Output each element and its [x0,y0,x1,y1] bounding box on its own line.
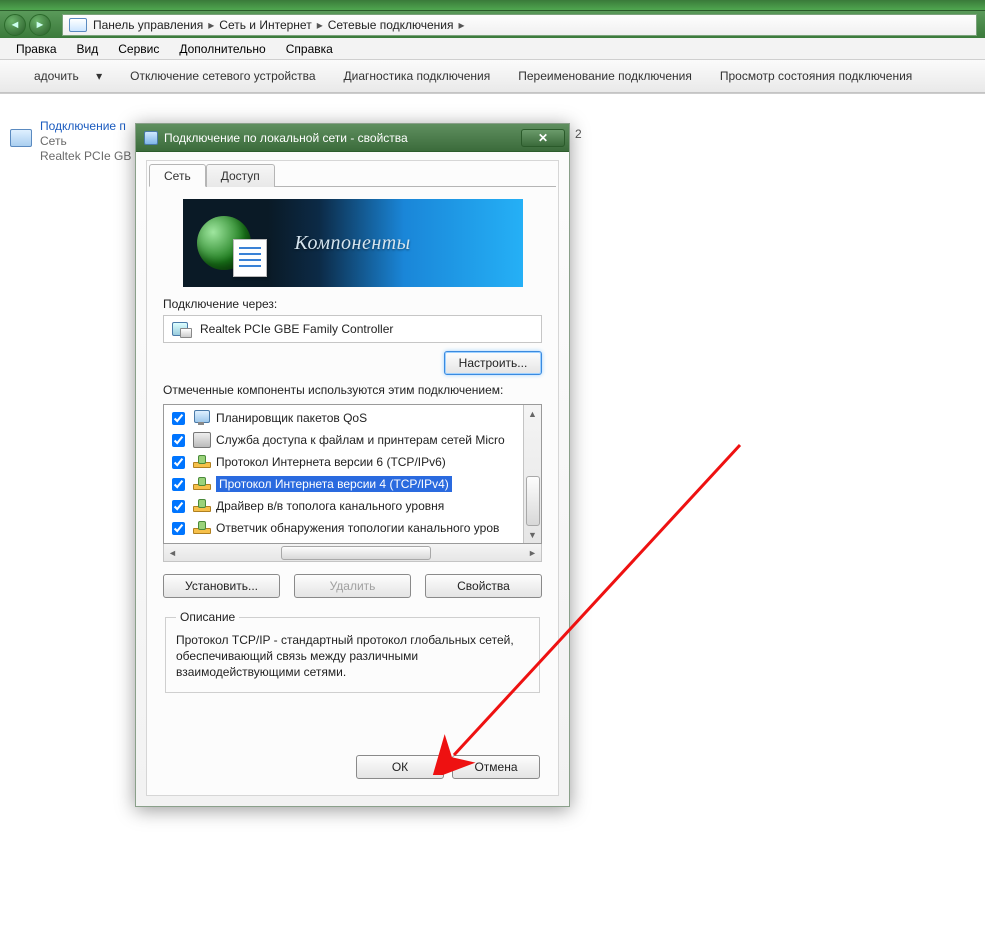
description-legend: Описание [176,610,239,624]
list-item-label: Протокол Интернета версии 4 (TCP/IPv4) [216,476,452,492]
menu-bar: Правка Вид Сервис Дополнительно Справка [0,38,985,60]
cmd-disable[interactable]: Отключение сетевого устройства [116,69,329,83]
truncated-label-fragment: 2 [575,127,582,141]
dialog-title: Подключение по локальной сети - свойства [164,131,408,145]
network-card-icon [172,320,192,338]
connection-type: Сеть [40,134,131,149]
dialog-body: Сеть Доступ Компоненты Подключение через… [146,160,559,796]
list-item-checkbox[interactable] [172,456,185,469]
list-item[interactable]: Ответчик обнаружения топологии канальног… [164,517,523,539]
scroll-right-icon[interactable]: ► [524,544,541,561]
protocol-icon [193,520,211,536]
protocol-icon [193,476,211,492]
breadcrumb-root[interactable]: Панель управления [93,18,203,32]
list-item-checkbox[interactable] [172,500,185,513]
list-scrollbar-horizontal[interactable]: ◄ ► [163,544,542,562]
banner-label: Компоненты [295,232,411,255]
tab-network-body: Компоненты Подключение через: Realtek PC… [149,189,556,793]
scroll-up-icon[interactable]: ▲ [524,405,541,422]
qos-icon [193,410,211,426]
list-item-checkbox[interactable] [172,478,185,491]
cmd-diagnose[interactable]: Диагностика подключения [330,69,505,83]
close-icon: ✕ [538,131,548,145]
tab-strip: Сеть Доступ [149,163,556,187]
folder-icon [69,18,87,32]
nav-back-button[interactable]: ◄ [4,14,26,36]
tab-network[interactable]: Сеть [149,164,206,187]
list-item[interactable]: Протокол Интернета версии 6 (TCP/IPv6) [164,451,523,473]
chevron-right-icon: ▸ [208,18,214,32]
list-scrollbar-vertical[interactable]: ▲ ▼ [523,405,541,543]
window-chrome-strip [0,0,985,11]
install-button[interactable]: Установить... [163,574,280,598]
list-item-label: Драйвер в/в тополога канального уровня [216,498,444,514]
adapter-name: Realtek PCIe GBE Family Controller [200,322,393,336]
scroll-left-icon[interactable]: ◄ [164,544,181,561]
cancel-button[interactable]: Отмена [452,755,540,779]
cmd-rename[interactable]: Переименование подключения [504,69,706,83]
adapter-field: Realtek PCIe GBE Family Controller [163,315,542,343]
checklist-icon [233,239,267,277]
protocol-icon [193,498,211,514]
list-item[interactable]: Служба доступа к файлам и принтерам сете… [164,429,523,451]
list-item-label: Планировщик пакетов QoS [216,410,367,426]
command-bar: адочить ▾ Отключение сетевого устройства… [0,60,985,93]
list-item-label: Протокол Интернета версии 6 (TCP/IPv6) [216,454,446,470]
connect-using-label: Подключение через: [163,297,542,311]
dialog-icon [144,131,158,145]
file-print-sharing-icon [193,432,211,448]
connection-device: Realtek PCIe GB [40,149,131,164]
list-item-label: Служба доступа к файлам и принтерам сете… [216,432,505,448]
close-button[interactable]: ✕ [521,129,565,147]
address-bar: ◄ ► Панель управления ▸ Сеть и Интернет … [0,11,985,38]
menu-advanced[interactable]: Дополнительно [169,39,275,59]
scroll-thumb[interactable] [281,546,431,560]
list-item[interactable]: Планировщик пакетов QoS [164,407,523,429]
list-item-checkbox[interactable] [172,412,185,425]
chevron-right-icon: ▸ [459,18,465,32]
cmd-status[interactable]: Просмотр состояния подключения [706,69,926,83]
list-item-label: Ответчик обнаружения топологии канальног… [216,520,499,536]
list-item-selected[interactable]: Протокол Интернета версии 4 (TCP/IPv4) [164,473,523,495]
chevron-right-icon: ▸ [317,18,323,32]
protocol-icon [193,454,211,470]
components-banner: Компоненты [183,199,523,287]
network-adapter-icon [8,119,36,169]
breadcrumb-leaf[interactable]: Сетевые подключения [328,18,454,32]
description-text: Протокол TCP/IP - стандартный протокол г… [176,632,529,680]
properties-dialog: Подключение по локальной сети - свойства… [135,123,570,807]
properties-button[interactable]: Свойства [425,574,542,598]
dialog-titlebar[interactable]: Подключение по локальной сети - свойства… [136,124,569,152]
remove-button: Удалить [294,574,411,598]
menu-edit[interactable]: Правка [6,39,67,59]
list-item-checkbox[interactable] [172,434,185,447]
nav-forward-button[interactable]: ► [29,14,51,36]
menu-help[interactable]: Справка [276,39,343,59]
scroll-down-icon[interactable]: ▼ [524,526,541,543]
tab-sharing[interactable]: Доступ [206,164,275,187]
menu-service[interactable]: Сервис [108,39,169,59]
configure-button[interactable]: Настроить... [444,351,542,375]
ok-button[interactable]: ОК [356,755,444,779]
menu-view[interactable]: Вид [67,39,109,59]
list-item[interactable]: Драйвер в/в тополога канального уровня [164,495,523,517]
scroll-thumb[interactable] [526,476,540,526]
connection-name: Подключение п [40,119,131,134]
cmd-organize[interactable]: адочить ▾ [6,69,116,83]
components-used-label: Отмеченные компоненты используются этим … [163,383,542,398]
components-listbox[interactable]: Планировщик пакетов QoS Служба доступа к… [163,404,542,544]
list-item-checkbox[interactable] [172,522,185,535]
description-group: Описание Протокол TCP/IP - стандартный п… [165,610,540,693]
breadcrumb-mid[interactable]: Сеть и Интернет [219,18,311,32]
breadcrumb[interactable]: Панель управления ▸ Сеть и Интернет ▸ Се… [62,14,977,36]
